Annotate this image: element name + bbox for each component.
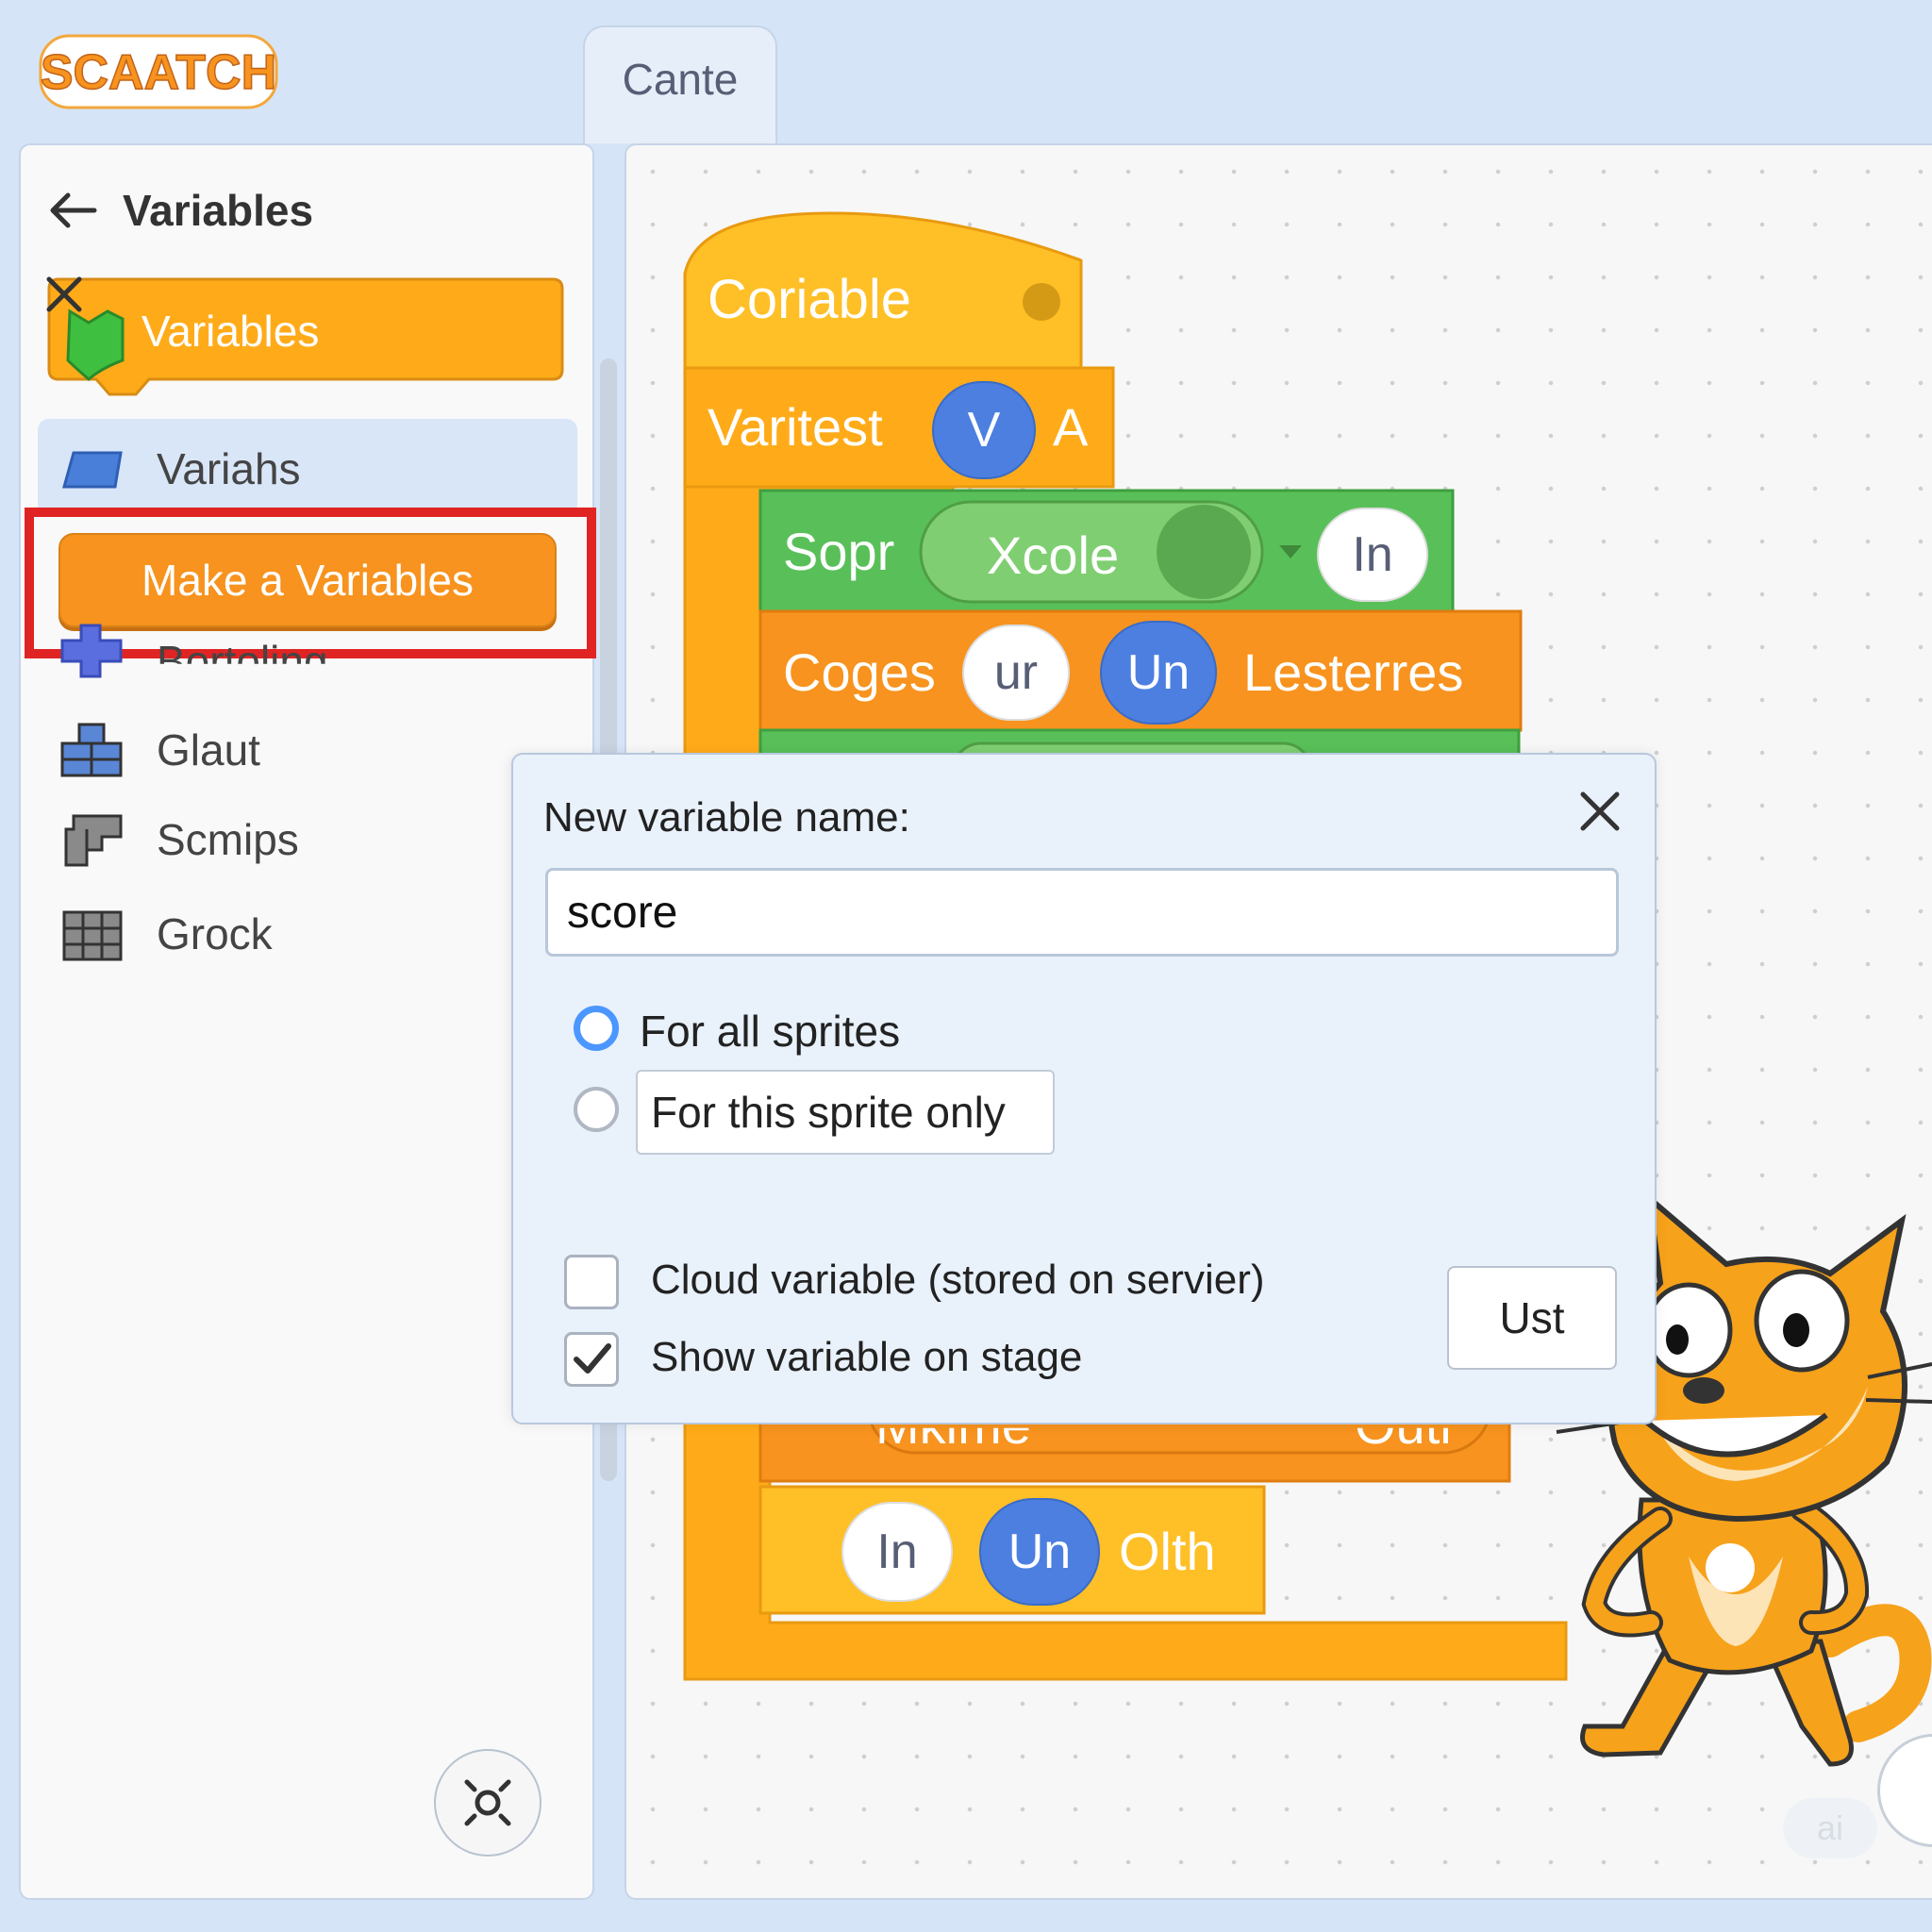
show-variable-label[interactable]: Show variable on stage — [651, 1334, 1082, 1381]
palette-title: Variables — [123, 186, 314, 235]
dialog-title: New variable name: — [543, 794, 910, 841]
category-label: Scmips — [157, 815, 299, 864]
un-reporter-2[interactable]: Un — [979, 1498, 1100, 1606]
variable-reporter[interactable]: V — [932, 381, 1036, 479]
block-palette — [19, 143, 594, 1900]
hat-block-label: Coriable — [708, 269, 911, 330]
radio-for-all-sprites[interactable] — [574, 1006, 619, 1051]
scratch-logo[interactable]: SCAATCH — [38, 28, 283, 113]
ok-button[interactable]: Ust — [1447, 1266, 1617, 1370]
palette-header: Variables — [45, 179, 313, 242]
close-icon[interactable] — [45, 275, 83, 313]
category-label: Grock — [157, 909, 273, 958]
category-item-glaut[interactable]: Glaut — [58, 712, 260, 788]
close-icon[interactable] — [1577, 789, 1623, 834]
variables-category-block[interactable]: Variables — [45, 275, 566, 396]
olth-label: Olth — [1119, 1522, 1216, 1581]
grid-blocks-icon — [62, 910, 123, 961]
blocks-icon — [60, 723, 123, 777]
target-icon — [464, 1779, 511, 1826]
lesterres-label: Lesterres — [1243, 642, 1464, 702]
category-item-scmips[interactable]: Scmips — [58, 802, 299, 877]
category-label: Variahs — [157, 444, 301, 493]
category-label: Bortoling — [157, 637, 328, 686]
variable-name-input[interactable] — [545, 868, 1619, 957]
varitest-label: Varitest — [708, 397, 883, 457]
sopr-label: Sopr — [783, 522, 895, 581]
radio-for-this-sprite[interactable] — [574, 1087, 619, 1132]
varitest-suffix: A — [1053, 397, 1089, 457]
un-reporter[interactable]: Un — [1100, 621, 1217, 724]
back-arrow-icon[interactable] — [45, 192, 98, 229]
checkmark-icon — [574, 1343, 611, 1374]
category-item-grock[interactable]: Grock — [58, 896, 273, 972]
for-this-sprite-label[interactable]: For this sprite only — [636, 1070, 1055, 1155]
tab-code[interactable]: Cante — [583, 25, 777, 143]
cloud-variable-checkbox[interactable] — [564, 1255, 619, 1309]
xcole-dropdown[interactable]: Xcole — [987, 525, 1119, 586]
for-all-sprites-label[interactable]: For all sprites — [640, 1006, 900, 1057]
logo-text: SCAATCH — [41, 45, 276, 100]
category-item-bortoling[interactable]: Bortoling — [58, 613, 328, 689]
cloud-variable-label[interactable]: Cloud variable (stored on servier) — [651, 1257, 1265, 1304]
ur-input[interactable]: ur — [962, 625, 1070, 721]
ai-badge: ai — [1783, 1798, 1877, 1858]
in-input[interactable]: In — [1317, 508, 1428, 602]
category-item-variahs[interactable]: Variahs — [58, 431, 301, 507]
blocks-gray-icon — [64, 814, 123, 867]
settings-button[interactable] — [434, 1749, 541, 1857]
in-input-2[interactable]: In — [841, 1502, 953, 1602]
variables-block-label: Variables — [142, 307, 320, 356]
category-label: Glaut — [157, 725, 260, 774]
variable-shape-icon — [62, 451, 123, 489]
puzzle-icon — [60, 624, 123, 678]
coges-label: Coges — [783, 642, 936, 702]
show-variable-checkbox[interactable] — [564, 1332, 619, 1387]
